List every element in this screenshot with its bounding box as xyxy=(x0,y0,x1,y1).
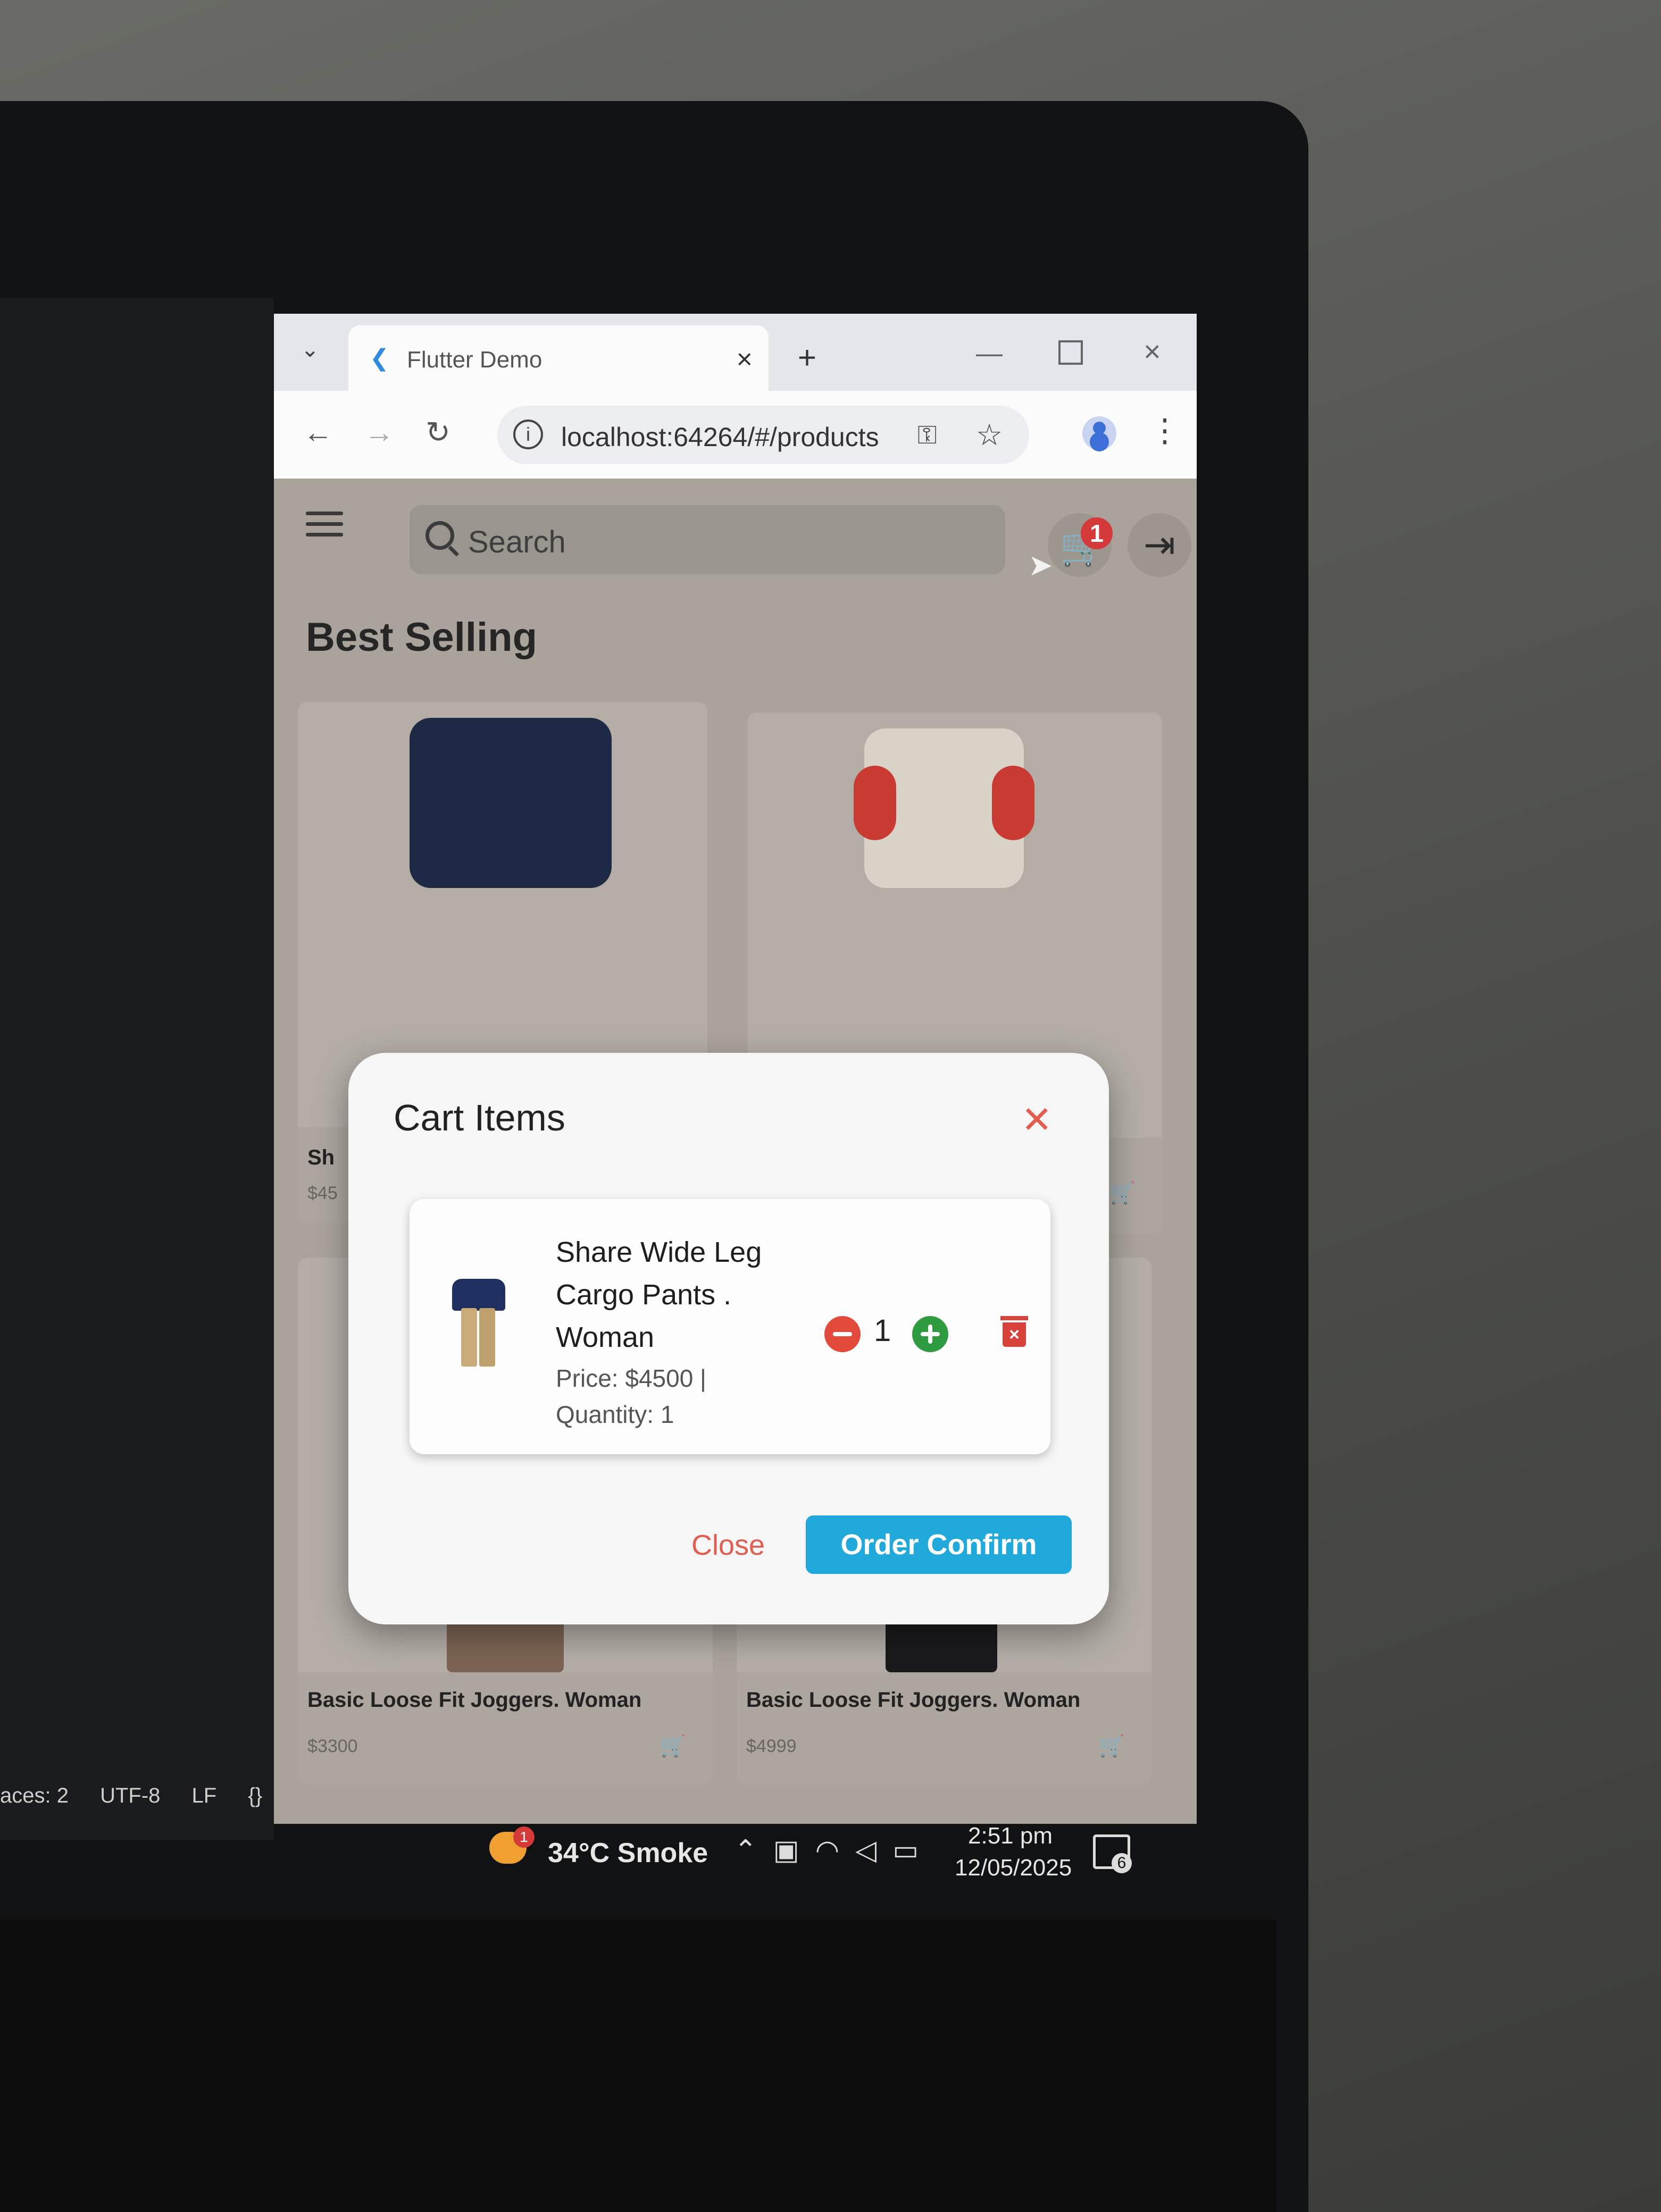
product-name: Sh xyxy=(307,1146,335,1169)
add-to-cart-icon[interactable]: 🛒 xyxy=(1098,1733,1125,1758)
cart-button[interactable]: 🛒 1 xyxy=(1048,513,1113,577)
tab-bar: ⌄ ❮ Flutter Demo × + — × xyxy=(274,314,1197,391)
mouse-cursor-icon: ➤ xyxy=(1028,548,1053,582)
order-confirm-button[interactable]: Order Confirm xyxy=(806,1515,1072,1574)
laptop-bezel-bottom xyxy=(0,1920,1276,2212)
hamburger-menu-icon[interactable] xyxy=(306,512,343,538)
close-icon[interactable]: ✕ xyxy=(1021,1098,1053,1142)
new-tab-icon[interactable]: + xyxy=(798,339,816,376)
password-key-icon[interactable]: ⚿ xyxy=(917,421,937,450)
tab-close-icon[interactable]: × xyxy=(737,343,753,375)
delete-item-icon[interactable]: × xyxy=(1000,1316,1028,1347)
dialog-title: Cart Items xyxy=(394,1097,565,1138)
search-input[interactable]: Search xyxy=(410,505,1005,574)
address-bar: ← → ↻ i localhost:64264/#/products ⚿ ☆ ⋮ xyxy=(274,391,1197,479)
quantity-value: 1 xyxy=(874,1313,891,1348)
product-price: $3300 xyxy=(307,1736,358,1756)
weather-badge: 1 xyxy=(513,1826,535,1848)
site-info-icon[interactable]: i xyxy=(513,420,543,449)
url-text: localhost:64264/#/products xyxy=(561,422,879,452)
tab-search-dropdown-icon[interactable]: ⌄ xyxy=(289,331,331,368)
section-title: Best Selling xyxy=(306,615,537,660)
forward-icon[interactable]: → xyxy=(364,415,394,449)
flutter-logo-icon: ❮ xyxy=(370,345,389,371)
add-to-cart-icon[interactable]: 🛒 xyxy=(660,1733,686,1758)
side-editor-window xyxy=(0,298,274,1840)
search-placeholder: Search xyxy=(468,525,566,559)
system-tray-icons[interactable]: ⌃▣◠◁▭ xyxy=(734,1834,934,1866)
notifications-count: 6 xyxy=(1112,1853,1132,1873)
close-button[interactable]: Close xyxy=(691,1529,765,1562)
status-eol[interactable]: LF xyxy=(192,1784,217,1807)
back-icon[interactable]: ← xyxy=(303,415,333,449)
cart-item-price: Price: $4500 | xyxy=(556,1364,707,1392)
browser-tab[interactable]: ❮ Flutter Demo × xyxy=(348,325,769,391)
clock-date[interactable]: 12/05/2025 xyxy=(955,1855,1072,1881)
cart-item: Share Wide Leg Cargo Pants . Woman Price… xyxy=(410,1199,1050,1454)
bookmark-star-icon[interactable]: ☆ xyxy=(976,417,1003,453)
window-close-icon[interactable]: × xyxy=(1143,334,1161,368)
cart-item-name: Share Wide Leg Cargo Pants . Woman xyxy=(556,1236,762,1353)
browser-window: ⌄ ❮ Flutter Demo × + — × ← → ↻ i localho… xyxy=(274,314,1197,1824)
status-spaces[interactable]: aces: 2 xyxy=(0,1784,69,1807)
logout-icon[interactable]: ⇥ xyxy=(1128,513,1191,577)
clock-time[interactable]: 2:51 pm xyxy=(968,1823,1053,1849)
app-bar: Search 🛒 1 ⇥ ➤ xyxy=(274,479,1197,585)
cart-item-quantity-label: Quantity: 1 xyxy=(556,1401,674,1428)
add-to-cart-icon[interactable]: 🛒 xyxy=(1109,1180,1136,1205)
minimize-icon[interactable]: — xyxy=(976,338,1003,368)
taskbar-tray: 1 34°C Smoke ⌃▣◠◁▭ 2:51 pm 12/05/2025 6 xyxy=(213,1808,1170,1882)
product-price: $45 xyxy=(307,1183,338,1203)
search-icon xyxy=(425,521,454,550)
maximize-icon[interactable] xyxy=(1058,340,1083,365)
product-name: Basic Loose Fit Joggers. Woman xyxy=(746,1688,1081,1712)
flutter-app: Search 🛒 1 ⇥ ➤ Best Selling Sh $45 🛒 Bas… xyxy=(274,479,1197,1824)
decrease-quantity-button[interactable] xyxy=(824,1316,861,1352)
tab-title: Flutter Demo xyxy=(407,347,542,373)
weather-text[interactable]: 34°C Smoke xyxy=(548,1837,708,1869)
product-price: $4999 xyxy=(746,1736,797,1756)
url-field[interactable]: i localhost:64264/#/products ⚿ ☆ xyxy=(497,406,1029,464)
status-language[interactable]: {} xyxy=(248,1784,262,1807)
reload-icon[interactable]: ↻ xyxy=(425,415,450,450)
cart-badge: 1 xyxy=(1081,517,1113,549)
profile-avatar-icon[interactable] xyxy=(1082,416,1116,450)
cart-item-thumbnail xyxy=(449,1279,508,1369)
cart-dialog: Cart Items ✕ Share Wide Leg Cargo Pants … xyxy=(348,1053,1109,1624)
browser-menu-icon[interactable]: ⋮ xyxy=(1149,412,1181,449)
product-name: Basic Loose Fit Joggers. Woman xyxy=(307,1688,642,1712)
increase-quantity-button[interactable] xyxy=(912,1316,948,1352)
status-encoding[interactable]: UTF-8 xyxy=(100,1784,160,1807)
